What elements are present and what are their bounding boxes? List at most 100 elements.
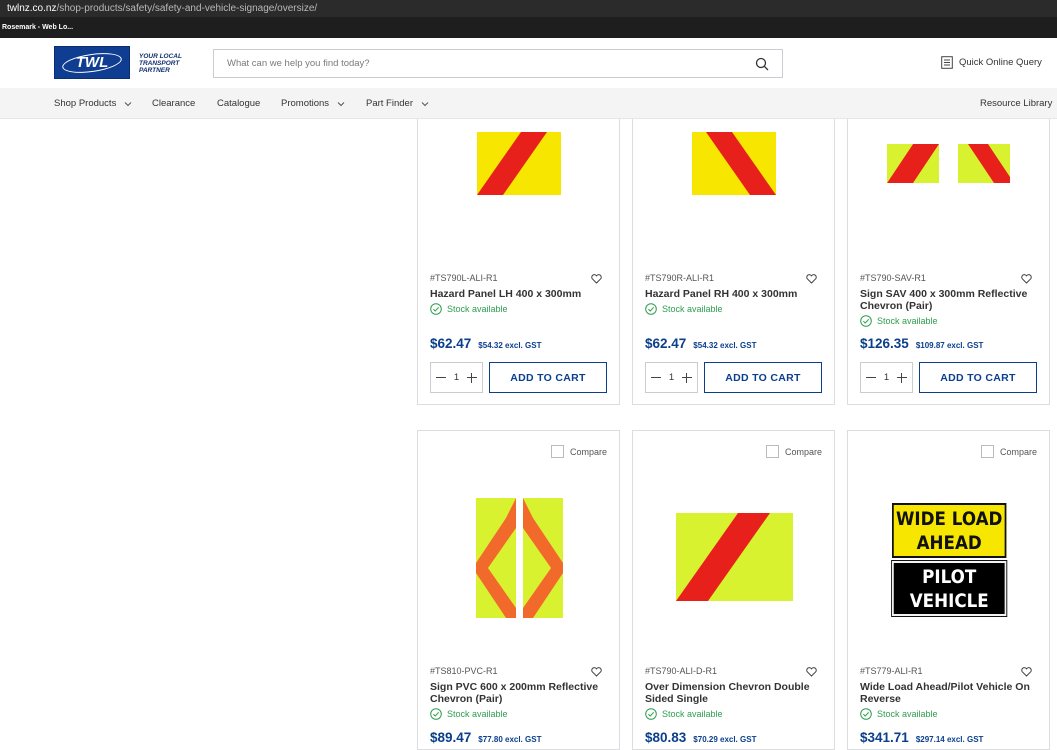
check-circle-icon xyxy=(645,708,657,720)
product-card[interactable]: #TS790-SAV-R1 Sign SAV 400 x 300mm Refle… xyxy=(847,96,1050,405)
compare-label: Compare xyxy=(999,446,1037,457)
compare-toggle[interactable]: Compare xyxy=(765,445,822,458)
sav-chevron-pair-image[interactable] xyxy=(887,144,1012,184)
bookmark-item[interactable]: Rosemark - Web Lo... xyxy=(2,24,73,31)
heart-icon[interactable] xyxy=(1021,274,1032,284)
compare-toggle[interactable]: Compare xyxy=(550,445,607,458)
sign-line: PILOT xyxy=(922,566,977,588)
plus-icon[interactable] xyxy=(466,372,477,383)
quantity-value[interactable]: 1 xyxy=(669,372,674,383)
add-to-cart-button[interactable]: ADD TO CART xyxy=(489,362,607,393)
quantity-stepper[interactable]: 1 xyxy=(645,362,698,393)
price-excl: $109.87 excl. GST xyxy=(915,341,984,350)
quantity-stepper[interactable]: 1 xyxy=(430,362,483,393)
nav-shop-products[interactable]: Shop Products xyxy=(54,98,132,109)
hazard-panel-lh-image[interactable] xyxy=(477,132,561,195)
compare-checkbox[interactable] xyxy=(980,445,994,458)
product-card[interactable]: #TS790R-ALI-R1 Hazard Panel RH 400 x 300… xyxy=(632,96,835,405)
plus-icon[interactable] xyxy=(681,372,692,383)
heart-icon[interactable] xyxy=(591,274,602,284)
sign-line: WIDE LOAD xyxy=(895,508,1003,530)
nav-clearance[interactable]: Clearance xyxy=(152,98,195,109)
compare-checkbox[interactable] xyxy=(550,445,564,458)
url-host: twlnz.co.nz xyxy=(7,3,57,14)
tagline: YOUR LOCAL TRANSPORT PARTNER xyxy=(139,53,199,74)
price-incl: $62.47 xyxy=(430,336,472,351)
nav-promotions[interactable]: Promotions xyxy=(281,98,345,109)
stock-status: Stock available xyxy=(860,315,938,327)
nav-part-finder[interactable]: Part Finder xyxy=(366,98,429,109)
over-dimension-chevron-image[interactable] xyxy=(676,513,793,601)
pilot-vehicle-panel: PILOT VEHICLE xyxy=(891,560,1008,617)
nav-label: Promotions xyxy=(281,98,330,109)
browser-url-bar[interactable]: twlnz.co.nz/shop-products/safety/safety-… xyxy=(0,0,1057,17)
sign-line: VEHICLE xyxy=(909,590,989,612)
product-card[interactable]: Compare #TS810-PVC-R1 Sign PVC 600 x 200… xyxy=(417,430,620,750)
product-title[interactable]: Wide Load Ahead/Pilot Vehicle On Reverse xyxy=(860,681,1040,705)
plus-icon[interactable] xyxy=(896,372,907,383)
product-card[interactable]: Compare WIDE LOAD AHEAD PILOT VEHICLE #T… xyxy=(847,430,1050,750)
quick-online-query-link[interactable]: Quick Online Query xyxy=(941,56,1042,69)
heart-icon[interactable] xyxy=(591,667,602,677)
stock-status: Stock available xyxy=(430,708,508,720)
check-circle-icon xyxy=(645,303,657,315)
compare-label: Compare xyxy=(784,446,822,457)
product-title[interactable]: Sign PVC 600 x 200mm Reflective Chevron … xyxy=(430,681,610,705)
add-to-cart-button[interactable]: ADD TO CART xyxy=(919,362,1037,393)
tagline-line: TRANSPORT xyxy=(139,60,180,67)
document-icon xyxy=(941,56,953,69)
nav-label: Resource Library xyxy=(980,98,1053,109)
check-circle-icon xyxy=(860,708,872,720)
check-circle-icon xyxy=(430,708,442,720)
product-price: $62.47 $54.32 excl. GST xyxy=(645,336,756,351)
compare-toggle[interactable]: Compare xyxy=(980,445,1037,458)
wide-load-sign-image[interactable]: WIDE LOAD AHEAD PILOT VEHICLE xyxy=(891,503,1008,617)
sign-line: AHEAD xyxy=(916,532,982,554)
chevron-down-icon xyxy=(124,101,132,106)
price-incl: $126.35 xyxy=(860,336,909,351)
product-title[interactable]: Sign SAV 400 x 300mm Reflective Chevron … xyxy=(860,288,1040,312)
nav-label: Clearance xyxy=(152,98,196,109)
tagline-line: YOUR LOCAL xyxy=(139,53,182,60)
quantity-stepper[interactable]: 1 xyxy=(860,362,913,393)
quantity-value[interactable]: 1 xyxy=(454,372,459,383)
heart-icon[interactable] xyxy=(806,667,817,677)
url-path: /shop-products/safety/safety-and-vehicle… xyxy=(56,3,318,14)
nav-catalogue[interactable]: Catalogue xyxy=(217,98,260,109)
add-to-cart-button[interactable]: ADD TO CART xyxy=(704,362,822,393)
heart-icon[interactable] xyxy=(1021,667,1032,677)
stock-status: Stock available xyxy=(860,708,938,720)
product-sku: #TS790R-ALI-R1 xyxy=(645,273,715,283)
nav-label: Shop Products xyxy=(54,98,117,109)
product-price: $126.35 $109.87 excl. GST xyxy=(860,336,983,351)
compare-checkbox[interactable] xyxy=(765,445,779,458)
pvc-chevron-pair-image[interactable] xyxy=(476,498,563,618)
wide-load-ahead-panel: WIDE LOAD AHEAD xyxy=(892,503,1007,558)
stock-label: Stock available xyxy=(877,709,938,719)
minus-icon[interactable] xyxy=(436,373,446,383)
product-sku: #TS779-ALI-R1 xyxy=(860,666,923,676)
minus-icon[interactable] xyxy=(651,373,661,383)
product-card[interactable]: Compare #TS790-ALI-D-R1 Over Dimension C… xyxy=(632,430,835,750)
logo-text: TWL xyxy=(75,54,109,71)
heart-icon[interactable] xyxy=(806,274,817,284)
product-title[interactable]: Over Dimension Chevron Double Sided Sing… xyxy=(645,681,825,705)
search-input[interactable] xyxy=(214,50,734,77)
nav-label: Part Finder xyxy=(366,98,413,109)
search-box xyxy=(213,49,783,78)
product-title[interactable]: Hazard Panel LH 400 x 300mm xyxy=(430,288,610,300)
price-incl: $62.47 xyxy=(645,336,687,351)
search-icon[interactable] xyxy=(755,57,769,71)
stock-label: Stock available xyxy=(447,709,508,719)
quick-query-label: Quick Online Query xyxy=(959,57,1042,68)
check-circle-icon xyxy=(860,315,872,327)
twl-logo[interactable]: TWL xyxy=(54,46,130,79)
product-card[interactable]: #TS790L-ALI-R1 Hazard Panel LH 400 x 300… xyxy=(417,96,620,405)
quantity-value[interactable]: 1 xyxy=(884,372,889,383)
minus-icon[interactable] xyxy=(866,373,876,383)
product-title[interactable]: Hazard Panel RH 400 x 300mm xyxy=(645,288,825,300)
main-nav: Shop Products Clearance Catalogue Promot… xyxy=(0,88,1057,119)
stock-label: Stock available xyxy=(877,316,938,326)
hazard-panel-rh-image[interactable] xyxy=(692,132,776,195)
nav-resource-library[interactable]: Resource Library xyxy=(980,98,1052,109)
